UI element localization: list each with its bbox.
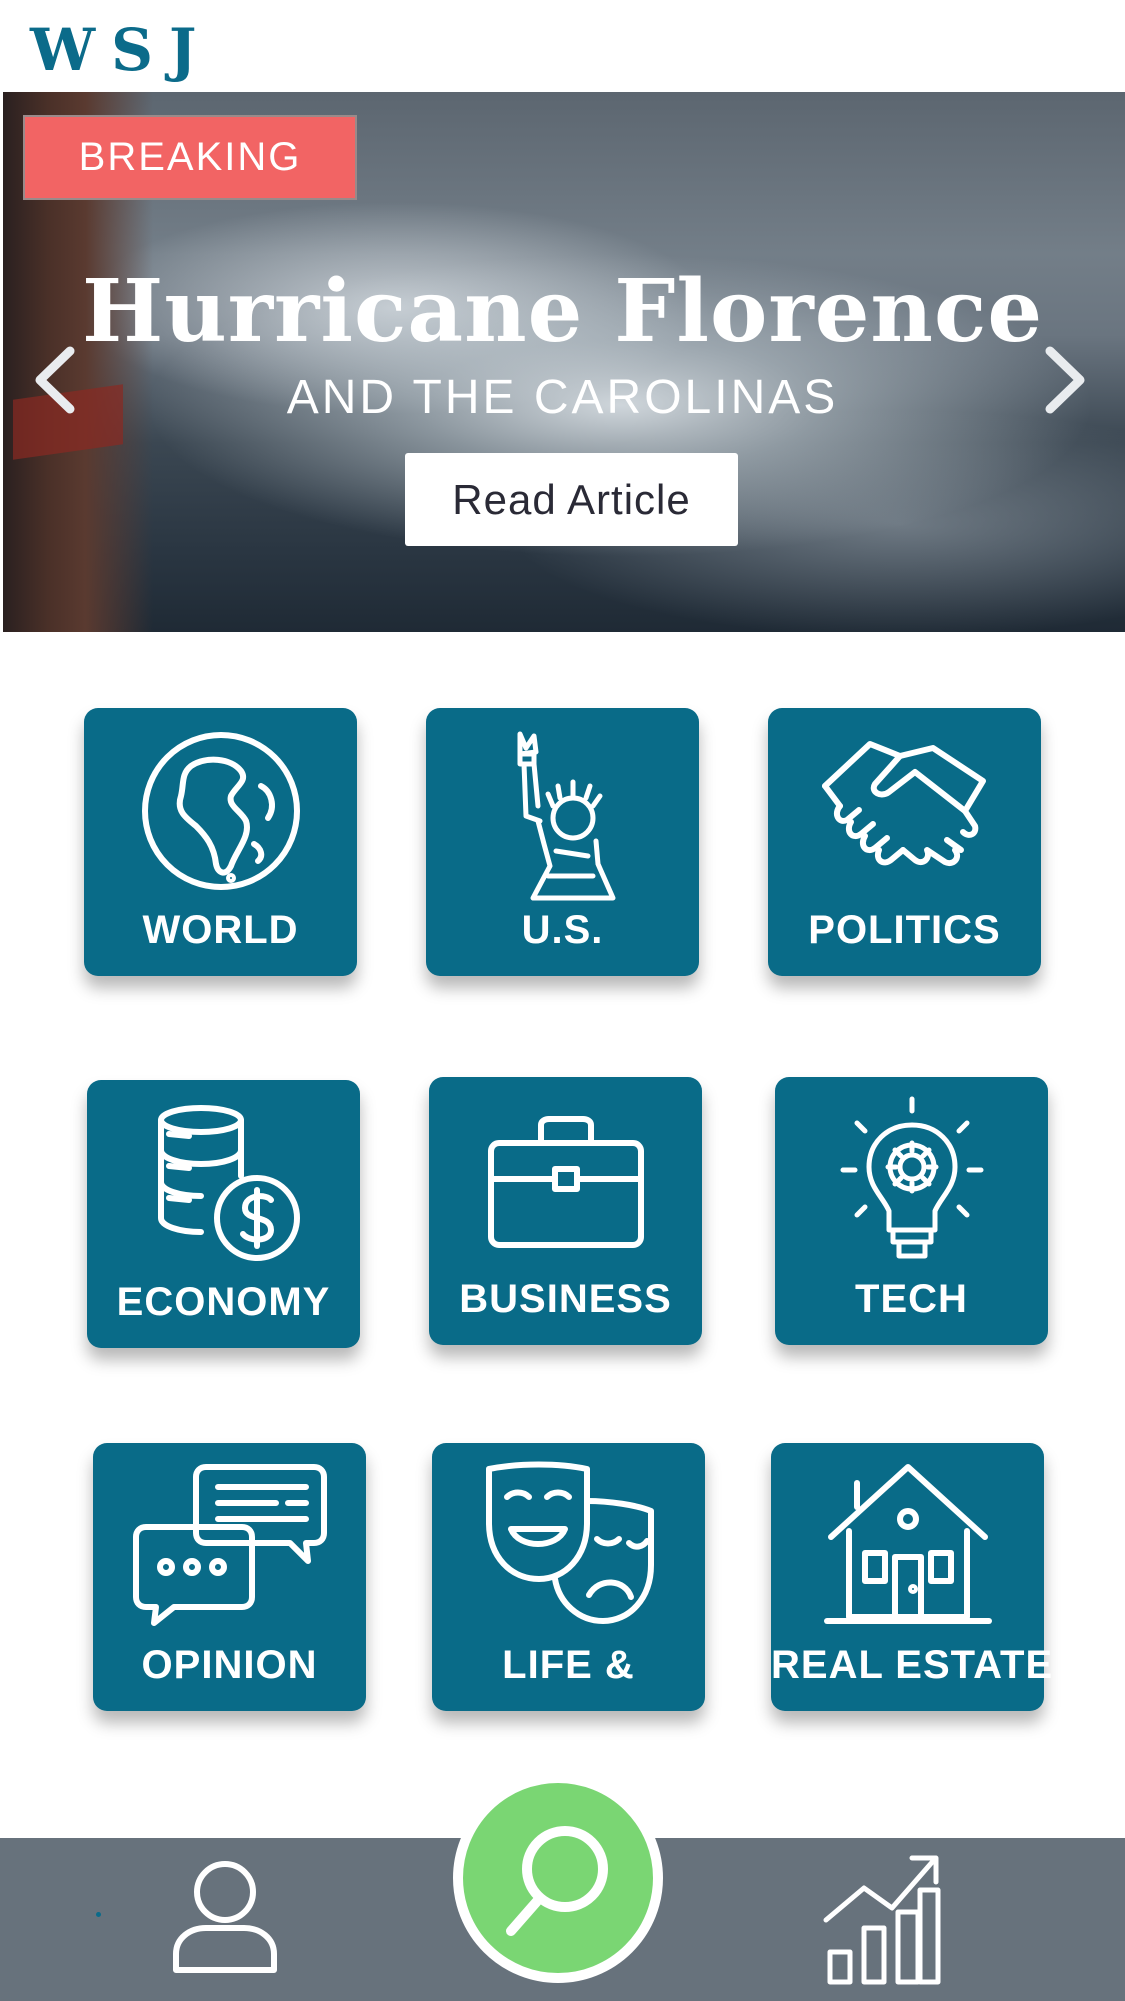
theater-masks-icon [432, 1461, 705, 1641]
category-label: BUSINESS [459, 1277, 672, 1321]
category-label: TECH [855, 1277, 968, 1321]
category-tile-business[interactable]: BUSINESS [429, 1077, 702, 1345]
category-label: POLITICS [808, 908, 1001, 952]
briefcase-icon [429, 1095, 702, 1275]
category-tile-tech[interactable]: TECH [775, 1077, 1048, 1345]
chevron-left-icon[interactable] [30, 345, 80, 415]
hero-title: Hurricane Florence [81, 261, 1044, 362]
globe-icon [84, 726, 357, 906]
category-label: LIFE & [502, 1643, 635, 1687]
growth-chart-icon[interactable] [820, 1850, 950, 1985]
category-label: OPINION [141, 1643, 318, 1687]
lightbulb-gear-icon [775, 1095, 1048, 1275]
category-tile-life[interactable]: LIFE & [432, 1443, 705, 1711]
search-button[interactable] [453, 1773, 663, 1983]
category-tile-opinion[interactable]: OPINION [93, 1443, 366, 1711]
chevron-right-icon[interactable] [1040, 345, 1090, 415]
category-label: U.S. [521, 908, 604, 952]
house-icon [771, 1461, 1044, 1641]
statue-of-liberty-icon [426, 726, 699, 906]
category-tile-economy[interactable]: ECONOMY [87, 1080, 360, 1348]
category-label: REAL ESTATE [771, 1643, 1054, 1687]
category-tile-real-estate[interactable]: REAL ESTATE [771, 1443, 1054, 1711]
category-tile-politics[interactable]: POLITICS [768, 708, 1041, 976]
category-label: WORLD [142, 908, 299, 952]
handshake-icon [768, 726, 1041, 906]
app-header: WSJ [0, 0, 1125, 92]
coins-dollar-icon [87, 1098, 360, 1278]
search-icon [506, 1826, 608, 1936]
hero-subtitle: AND THE CAROLINAS [286, 371, 839, 424]
category-tile-us[interactable]: U.S. [426, 708, 699, 976]
category-label: ECONOMY [116, 1280, 331, 1324]
nav-indicator-dot [96, 1912, 101, 1917]
category-tile-world[interactable]: WORLD [84, 708, 357, 976]
chat-bubbles-icon [93, 1461, 366, 1641]
read-article-button[interactable]: Read Article [405, 453, 738, 546]
profile-icon[interactable] [170, 1858, 280, 1978]
breaking-badge: BREAKING [23, 115, 357, 200]
wsj-logo[interactable]: WSJ [30, 14, 212, 86]
